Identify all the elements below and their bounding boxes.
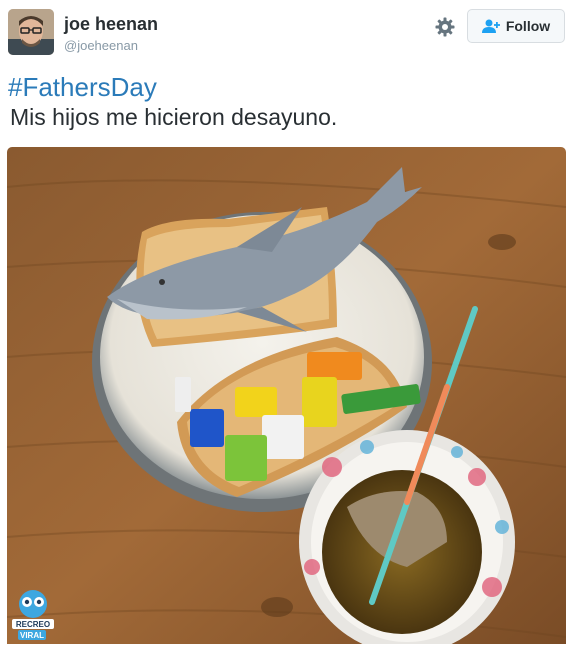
follow-button[interactable]: Follow xyxy=(467,9,565,43)
svg-text:RECREO: RECREO xyxy=(16,620,50,629)
tweet-text: Mis hijos me hicieron desayuno. xyxy=(10,104,338,130)
tweet-photo[interactable] xyxy=(7,147,566,644)
watermark-logo: RECREO VIRAL xyxy=(8,586,58,642)
tweet-header: joe heenan @joeheenan Follow xyxy=(0,0,575,64)
breakfast-photo xyxy=(7,147,566,644)
avatar[interactable] xyxy=(8,9,54,55)
gear-icon[interactable] xyxy=(434,16,456,38)
add-user-icon xyxy=(481,19,500,33)
follow-label: Follow xyxy=(505,18,551,34)
author-name[interactable]: joe heenan xyxy=(64,14,158,35)
hashtag-link[interactable]: #FathersDay xyxy=(8,72,157,103)
avatar-image xyxy=(8,9,54,55)
svg-text:VIRAL: VIRAL xyxy=(20,631,44,640)
author-handle[interactable]: @joeheenan xyxy=(64,38,138,53)
